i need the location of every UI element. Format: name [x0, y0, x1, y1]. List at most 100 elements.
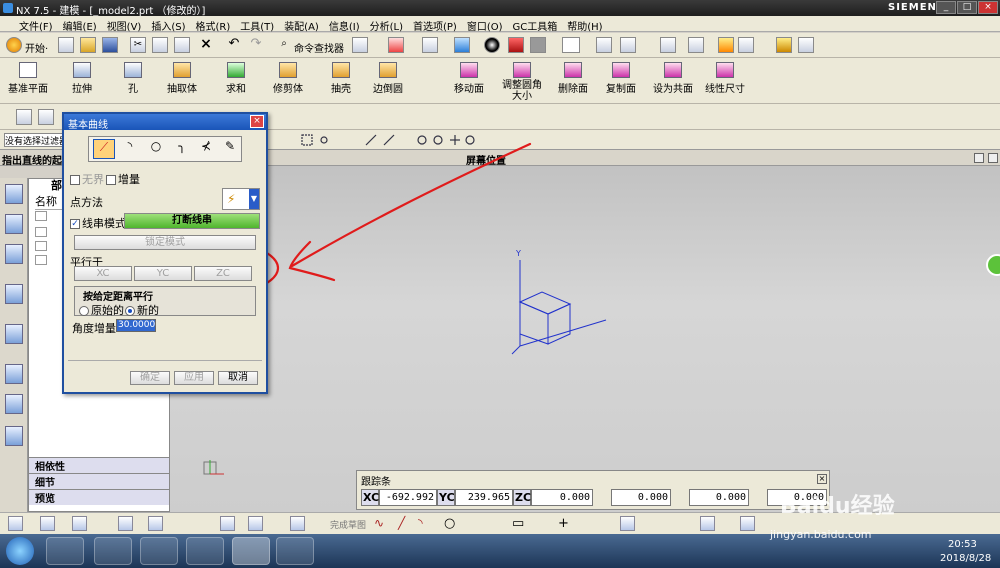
menu-edit[interactable]: 编辑(E): [58, 16, 102, 33]
green-status-badge[interactable]: [986, 254, 1000, 276]
point-method-dropdown[interactable]: ⚡ ▼: [222, 188, 260, 210]
sketch-icon[interactable]: [40, 516, 55, 531]
part-navigator-icon[interactable]: [5, 244, 23, 264]
taskbar-app[interactable]: [94, 537, 132, 565]
motion-icon[interactable]: [718, 37, 734, 53]
cancel-button[interactable]: 取消: [218, 371, 258, 385]
new-radio[interactable]: 新的: [125, 302, 159, 318]
angle-field[interactable]: 0.000: [689, 489, 749, 506]
datum-plane-button[interactable]: 基准平面: [8, 62, 48, 95]
sketch-icon[interactable]: [8, 516, 23, 531]
point-icon[interactable]: +: [558, 516, 573, 531]
trim-icon[interactable]: ⊀: [195, 139, 217, 159]
edit-curve-icon[interactable]: ✎: [219, 139, 241, 159]
background-icon[interactable]: [562, 37, 580, 53]
taskbar-app[interactable]: [140, 537, 178, 565]
delete-icon[interactable]: ×: [198, 37, 214, 53]
menu-format[interactable]: 格式(R): [191, 16, 236, 33]
extract-body-button[interactable]: 抽取体: [166, 62, 198, 95]
linear-dimension-button[interactable]: 线性尺寸: [704, 62, 746, 95]
hole-button[interactable]: 孔: [118, 62, 148, 95]
new-icon[interactable]: [58, 37, 74, 53]
apply-button[interactable]: 应用: [174, 371, 214, 385]
parallel-zc-button[interactable]: ZC: [194, 266, 252, 281]
taskbar-app[interactable]: [186, 537, 224, 565]
wireframe-icon[interactable]: [508, 37, 524, 53]
start-icon[interactable]: [6, 37, 22, 53]
xc-field[interactable]: -692.992: [379, 489, 437, 506]
measure-icon[interactable]: [776, 37, 792, 53]
menu-window[interactable]: 窗口(O): [462, 16, 508, 33]
view-cube-icon[interactable]: [454, 37, 470, 53]
sketch-icon[interactable]: [118, 516, 133, 531]
fit-view-icon[interactable]: [388, 37, 404, 53]
finish-sketch-button[interactable]: 完成草图: [330, 518, 366, 531]
static-wireframe-icon[interactable]: [530, 37, 546, 53]
copy-face-button[interactable]: 复制面: [604, 62, 638, 95]
sketch-icon[interactable]: [290, 516, 305, 531]
constraint-icon[interactable]: [700, 516, 715, 531]
ruler-icon[interactable]: [798, 37, 814, 53]
menu-assembly[interactable]: 装配(A): [279, 16, 324, 33]
sketch-icon[interactable]: [248, 516, 263, 531]
save-icon[interactable]: [102, 37, 118, 53]
menu-gc-toolbox[interactable]: GC工具箱: [508, 16, 563, 33]
menu-preferences[interactable]: 首选项(P): [408, 16, 462, 33]
unbounded-option[interactable]: 无界: [70, 171, 104, 187]
menu-file[interactable]: 文件(F): [14, 16, 58, 33]
ok-button[interactable]: 确定: [130, 371, 170, 385]
make-coplanar-button[interactable]: 设为共面: [652, 62, 694, 95]
lock-mode-button[interactable]: 锁定模式: [74, 235, 256, 250]
move-object-icon[interactable]: [620, 37, 636, 53]
menu-insert[interactable]: 插入(S): [146, 16, 190, 33]
selection-filter-dropdown[interactable]: 没有选择过滤器: [4, 133, 64, 147]
layer-icon[interactable]: [596, 37, 612, 53]
redo-icon[interactable]: ↷: [248, 37, 264, 53]
profile-icon[interactable]: ∿: [374, 516, 389, 531]
yc-field[interactable]: 239.965: [455, 489, 513, 506]
rectangle-icon[interactable]: ▭: [512, 516, 527, 531]
line-icon[interactable]: ╱: [398, 516, 413, 531]
sketch-icon[interactable]: [72, 516, 87, 531]
details-section[interactable]: 细节: [29, 473, 169, 489]
tree-node[interactable]: [35, 241, 47, 251]
maximize-button[interactable]: □: [957, 1, 977, 14]
window-close-icon[interactable]: [988, 153, 998, 163]
command-finder-icon[interactable]: ⌕: [276, 37, 292, 53]
length-field[interactable]: 0.000: [611, 489, 671, 506]
open-icon[interactable]: [80, 37, 96, 53]
shaded-render-icon[interactable]: [484, 37, 500, 53]
parallel-xc-button[interactable]: XC: [74, 266, 132, 281]
parallel-yc-button[interactable]: YC: [134, 266, 192, 281]
menu-help[interactable]: 帮助(H): [562, 16, 607, 33]
system-materials-icon[interactable]: [5, 394, 23, 414]
undo-icon[interactable]: ↶: [226, 37, 242, 53]
play-icon[interactable]: [738, 37, 754, 53]
extrude-button[interactable]: 拉伸: [66, 62, 98, 95]
circle-icon[interactable]: ○: [145, 139, 167, 159]
wcs-icon[interactable]: [660, 37, 676, 53]
tree-node[interactable]: [35, 211, 47, 221]
incremental-option[interactable]: 增量: [106, 171, 140, 187]
analysis-icon[interactable]: [688, 37, 704, 53]
arc-icon[interactable]: ◝: [418, 516, 433, 531]
string-mode-option[interactable]: ✓ 线串模式: [70, 215, 126, 231]
help-icon[interactable]: [5, 324, 23, 344]
preview-section[interactable]: 预览: [29, 489, 169, 505]
menu-information[interactable]: 信息(I): [324, 16, 365, 33]
minimize-button[interactable]: _: [936, 1, 956, 14]
move-face-button[interactable]: 移动面: [452, 62, 486, 95]
original-radio[interactable]: 原始的: [79, 302, 124, 318]
sketch-icon[interactable]: [148, 516, 163, 531]
close-window-button[interactable]: ×: [978, 1, 998, 14]
tree-node[interactable]: [35, 255, 47, 265]
windows-start-button[interactable]: [6, 537, 34, 565]
assembly-navigator-icon[interactable]: [5, 184, 23, 204]
shell-button[interactable]: 抽壳: [326, 62, 356, 95]
trim-body-button[interactable]: 修剪体: [272, 62, 304, 95]
history-icon[interactable]: [5, 364, 23, 384]
menu-view[interactable]: 视图(V): [102, 16, 147, 33]
taskbar-app-baidu[interactable]: [276, 537, 314, 565]
resize-blend-button[interactable]: 调整圆角大小: [500, 62, 544, 102]
taskbar-app[interactable]: [46, 537, 84, 565]
